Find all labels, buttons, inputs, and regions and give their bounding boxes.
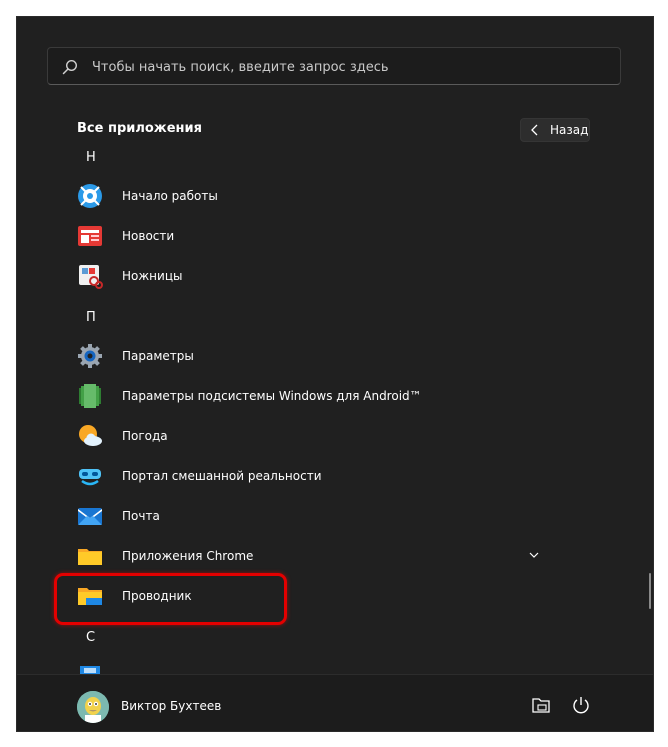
- start-menu: Все приложения Назад Н Начало работы Нов…: [16, 16, 654, 732]
- app-label: Новости: [122, 229, 175, 243]
- mail-icon: [78, 508, 102, 525]
- app-item-tips[interactable]: Начало работы: [63, 178, 603, 214]
- section-letter-n[interactable]: Н: [86, 150, 96, 165]
- snipping-tool-icon: [79, 265, 103, 289]
- back-button-label: Назад: [550, 123, 589, 137]
- app-label: Почта: [122, 509, 160, 523]
- section-letter-p[interactable]: П: [86, 310, 96, 325]
- scrollbar[interactable]: [649, 573, 651, 609]
- app-label: Параметры: [122, 349, 194, 363]
- app-item-weather[interactable]: Погода: [63, 418, 603, 454]
- app-item-news[interactable]: Новости: [63, 218, 603, 254]
- start-footer: Виктор Бухтеев: [17, 674, 653, 731]
- app-label: Погода: [122, 429, 168, 443]
- folder-icon: [78, 549, 102, 565]
- user-avatar-icon: [77, 691, 109, 723]
- app-item-android-subsystem-settings[interactable]: Параметры подсистемы Windows для Android…: [63, 378, 603, 414]
- app-label: Начало работы: [122, 189, 218, 203]
- app-item-settings[interactable]: Параметры: [63, 338, 603, 374]
- avatar[interactable]: [77, 691, 109, 723]
- section-letter-s[interactable]: С: [86, 630, 95, 645]
- app-item-mixed-reality-portal[interactable]: Портал смешанной реальности: [63, 458, 603, 494]
- all-apps-heading: Все приложения: [77, 121, 202, 136]
- chevron-down-icon[interactable]: [529, 551, 539, 559]
- app-label: Ножницы: [122, 269, 183, 283]
- search-input[interactable]: [90, 48, 614, 86]
- app-label: Параметры подсистемы Windows для Android…: [122, 389, 422, 403]
- news-icon: [78, 226, 102, 246]
- search-box[interactable]: [47, 47, 621, 86]
- app-item-mail[interactable]: Почта: [63, 498, 603, 534]
- weather-icon: [79, 425, 102, 446]
- annotation-highlight: [54, 573, 287, 625]
- user-name[interactable]: Виктор Бухтеев: [121, 699, 221, 713]
- settings-gear-icon: [78, 344, 102, 368]
- back-button[interactable]: Назад: [520, 118, 590, 142]
- documents-folder-icon[interactable]: [531, 695, 551, 715]
- app-label: Приложения Chrome: [122, 549, 254, 563]
- search-icon: [62, 59, 78, 75]
- tips-icon: [78, 184, 102, 208]
- power-icon[interactable]: [571, 695, 591, 715]
- chevron-left-icon: [531, 124, 538, 136]
- app-item-snipping-tool[interactable]: Ножницы: [63, 258, 603, 294]
- mixed-reality-icon: [79, 469, 101, 486]
- app-item-chrome-apps-folder[interactable]: Приложения Chrome: [63, 538, 603, 574]
- android-subsystem-icon: [79, 384, 101, 408]
- app-label: Портал смешанной реальности: [122, 469, 322, 483]
